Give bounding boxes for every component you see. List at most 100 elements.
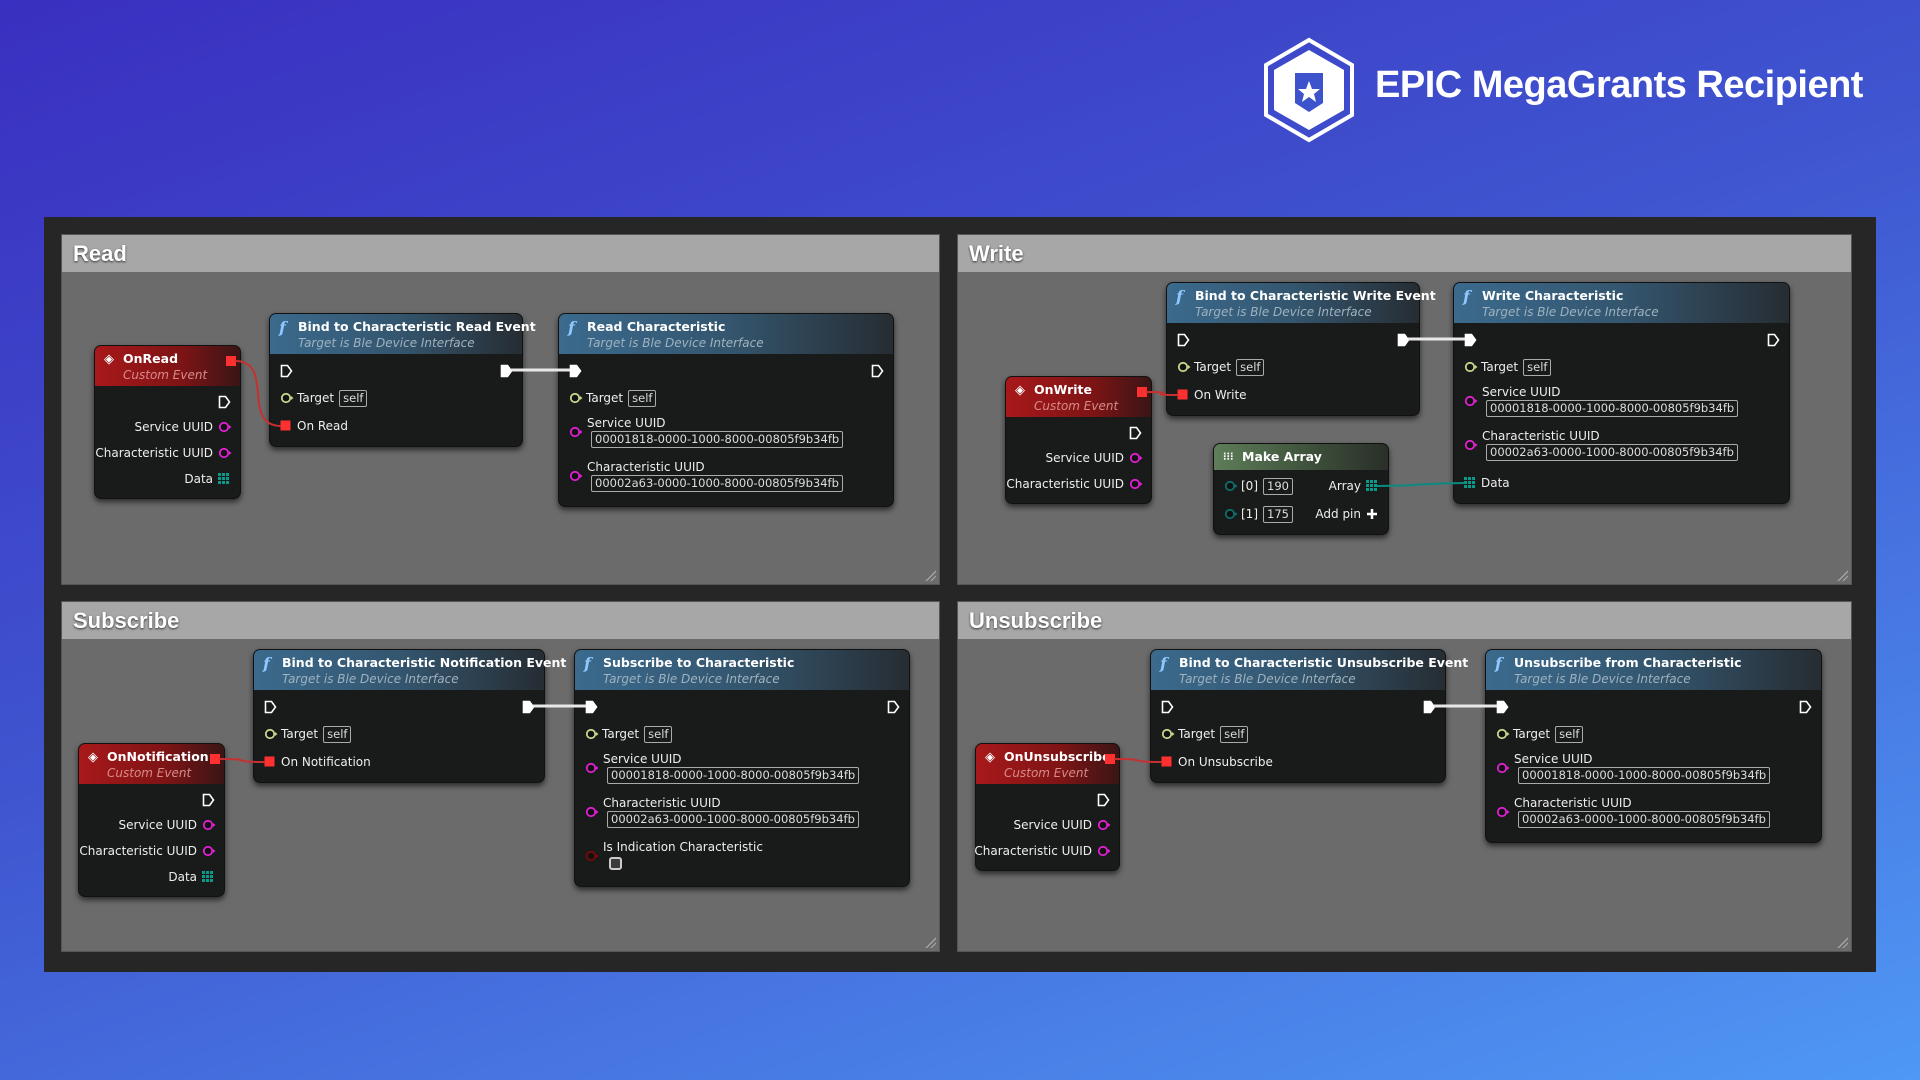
object-pin-icon[interactable] [264,728,278,740]
input-pin-target[interactable]: Target self [1177,353,1265,381]
pin-value-field[interactable]: self [1523,358,1552,376]
string-pin-icon[interactable] [202,819,216,831]
string-pin-icon[interactable] [1464,395,1478,407]
pin-value-field[interactable]: self [1555,725,1584,743]
exec-pin-icon[interactable] [871,364,884,378]
exec-pin-icon[interactable] [280,364,293,378]
output-pin-exec[interactable] [522,692,535,720]
exec-pin-icon[interactable] [1464,333,1477,347]
node-bindwrite[interactable]: f Bind to Characteristic Write Event Targe… [1166,282,1436,416]
input-pin-exec[interactable] [1177,325,1190,353]
object-pin-icon[interactable] [585,728,599,740]
output-pin-exec[interactable] [1097,786,1110,812]
pin-value-field[interactable]: self [1220,725,1249,743]
node-header[interactable]: ◈ OnWrite Custom Event [1006,377,1151,417]
output-pin-add-pin[interactable]: Add pin [1315,500,1378,528]
output-pin-exec[interactable] [871,356,884,384]
pin-value-field[interactable]: 00001818-0000-1000-8000-00805f9b34fb [1518,767,1771,784]
node-header[interactable]: f Read Characteristic Target is Ble Device… [559,314,893,354]
string-pin-icon[interactable] [1129,478,1143,490]
exec-pin-icon[interactable] [1496,700,1509,714]
node-header[interactable]: f Unsubscribe from Characteristic Target i… [1486,650,1821,690]
exec-pin-icon[interactable] [1767,333,1780,347]
node-header[interactable]: ◈ OnUnsubscribe Custom Event [976,744,1119,784]
string-pin-icon[interactable] [1496,762,1510,774]
pin-value-field[interactable]: self [644,725,673,743]
bool-pin-icon[interactable] [585,850,599,862]
input-pin-on-write[interactable]: On Write [1177,381,1247,409]
input-pin-target[interactable]: Target self [585,720,673,748]
output-pin-exec[interactable] [1397,325,1410,353]
exec-pin-icon[interactable] [500,364,513,378]
input-pin-on-notification[interactable]: On Notification [264,748,371,776]
string-pin-icon[interactable] [1464,439,1478,451]
node-writechar[interactable]: f Write Characteristic Target is Ble Devic… [1453,282,1790,504]
output-pin-array[interactable]: Array [1329,472,1378,500]
input-pin-target[interactable]: Target self [1496,720,1584,748]
array-pin-icon[interactable] [202,871,214,883]
pin-value-field[interactable]: self [628,389,657,407]
exec-pin-icon[interactable] [887,700,900,714]
delegate-pin-icon[interactable] [1105,754,1115,764]
output-pin-data[interactable]: Data [184,466,230,492]
output-pin-service-uuid[interactable]: Service UUID [1013,812,1111,838]
node-onread[interactable]: ◈ OnRead Custom Event Service UUID Character… [94,345,241,499]
object-pin-icon[interactable] [1177,361,1191,373]
output-pin-exec[interactable] [1767,325,1780,353]
string-pin-icon[interactable] [585,762,599,774]
input-pin--1-[interactable]: [1] 175 [1224,500,1293,528]
input-pin-target[interactable]: Target self [569,384,657,412]
node-onwrite[interactable]: ◈ OnWrite Custom Event Service UUID Characte… [1005,376,1152,504]
string-pin-icon[interactable] [569,470,583,482]
node-header[interactable]: ◈ OnNotification Custom Event [79,744,224,784]
array-pin-icon[interactable] [1464,477,1476,489]
string-pin-icon[interactable] [218,421,232,433]
input-pin-target[interactable]: Target self [1161,720,1249,748]
node-header[interactable]: f Bind to Characteristic Notification Eve… [254,650,566,690]
node-header[interactable]: ⁝⁝⁝ Make Array [1214,444,1388,470]
output-pin-characteristic-uuid[interactable]: Characteristic UUID [974,838,1111,864]
exec-pin-icon[interactable] [522,700,535,714]
node-bindnotif[interactable]: f Bind to Characteristic Notification Eve… [253,649,566,783]
input-pin-data[interactable]: Data [1464,469,1510,497]
input-pin-on-read[interactable]: On Read [280,412,348,440]
exec-pin-icon[interactable] [585,700,598,714]
output-pin-exec[interactable] [887,692,900,720]
pin-value-field[interactable]: 175 [1263,505,1293,523]
pin-value-field[interactable]: 00001818-0000-1000-8000-00805f9b34fb [607,767,860,784]
pin-value-field[interactable]: 00002a63-0000-1000-8000-00805f9b34fb [1518,811,1770,828]
resize-handle[interactable] [924,936,936,948]
add-pin-icon[interactable] [1366,508,1378,520]
string-pin-icon[interactable] [1097,845,1111,857]
resize-handle[interactable] [1836,569,1848,581]
exec-pin-icon[interactable] [1161,700,1174,714]
delegate-pin-icon[interactable] [226,356,236,366]
input-pin--0-[interactable]: [0] 190 [1224,472,1293,500]
node-header[interactable]: f Bind to Characteristic Write Event Targe… [1167,283,1436,323]
node-onunsub[interactable]: ◈ OnUnsubscribe Custom Event Service UUID Ch… [974,743,1120,871]
resize-handle[interactable] [1836,936,1848,948]
output-pin-characteristic-uuid[interactable]: Characteristic UUID [1006,471,1143,497]
node-header[interactable]: f Subscribe to Characteristic Target is Bl… [575,650,909,690]
exec-pin-icon[interactable] [1799,700,1812,714]
object-pin-icon[interactable] [280,392,294,404]
delegate-pin-icon[interactable] [1161,756,1173,768]
exec-pin-icon[interactable] [1129,426,1142,440]
node-onnotif[interactable]: ◈ OnNotification Custom Event Service UUID C… [78,743,225,897]
node-header[interactable]: f Write Characteristic Target is Ble Devic… [1454,283,1789,323]
exec-pin-icon[interactable] [218,395,231,409]
output-pin-service-uuid[interactable]: Service UUID [134,414,232,440]
output-pin-service-uuid[interactable]: Service UUID [1045,445,1143,471]
pin-value-field[interactable]: 00002a63-0000-1000-8000-00805f9b34fb [607,811,859,828]
wildcard-pin-icon[interactable] [1224,480,1238,492]
delegate-pin-icon[interactable] [210,754,220,764]
string-pin-icon[interactable] [202,845,216,857]
input-pin-exec[interactable] [1496,692,1509,720]
blueprint-graph[interactable]: Read Write Subscribe Unsubscribe ◈ OnRead Cust… [44,217,1876,972]
output-pin-exec[interactable] [1423,692,1436,720]
input-pin-exec[interactable] [1161,692,1174,720]
string-pin-icon[interactable] [218,447,232,459]
input-pin-target[interactable]: Target self [1464,353,1552,381]
input-pin-exec[interactable] [1464,325,1477,353]
pin-value-field[interactable]: self [323,725,352,743]
